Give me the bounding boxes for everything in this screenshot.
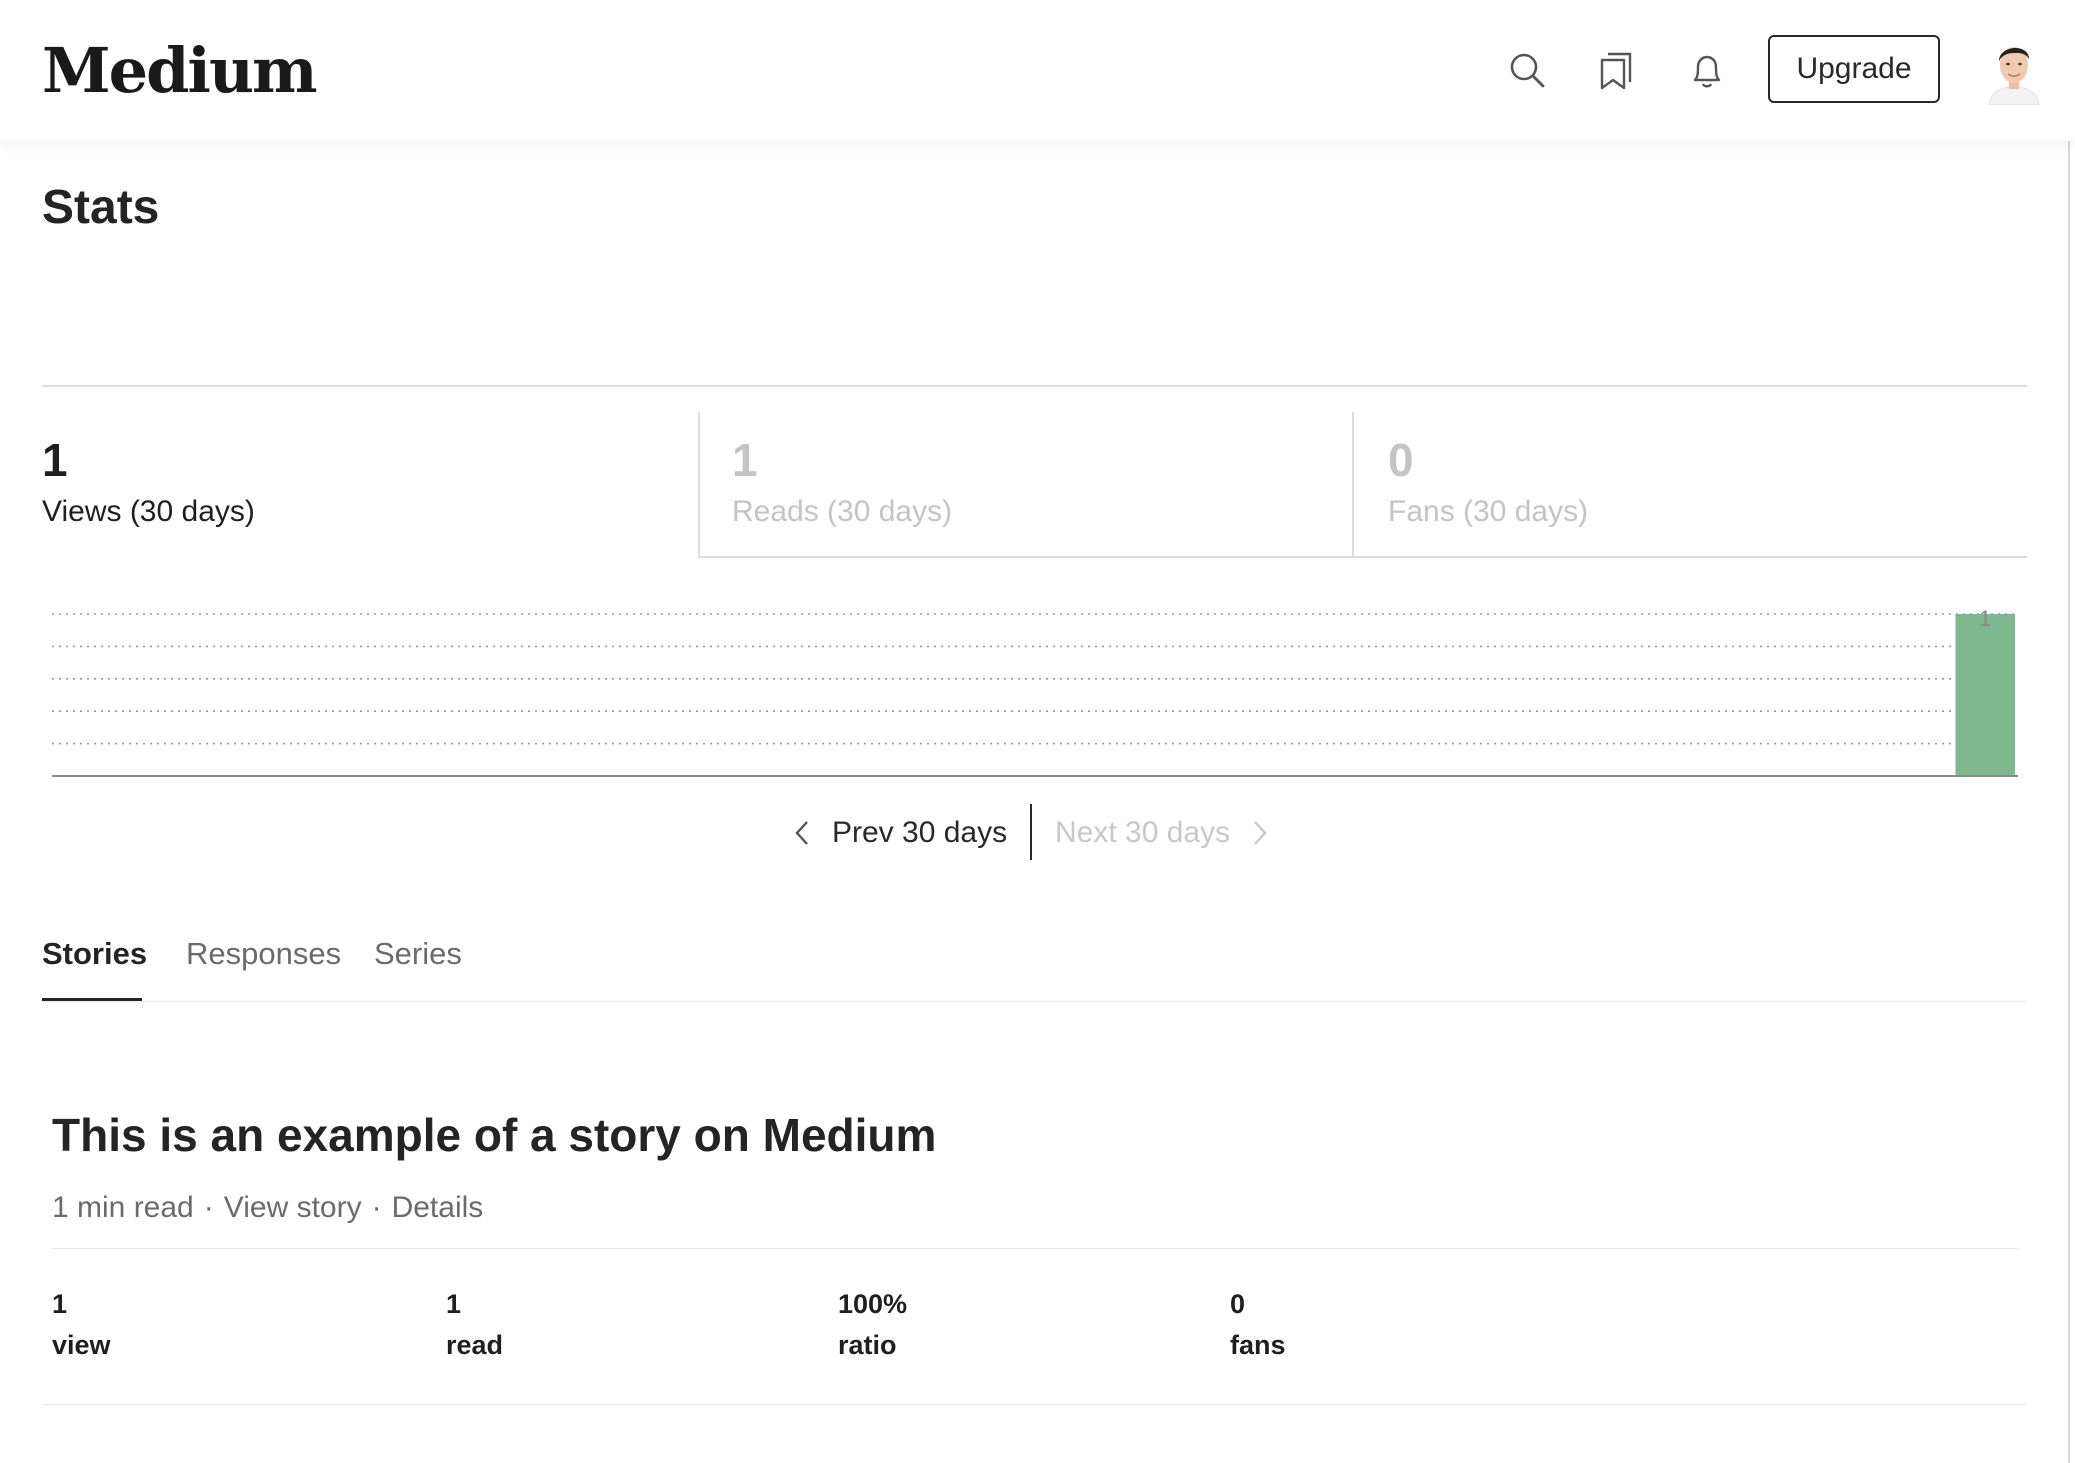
reads-label: Reads (30 days) <box>732 495 953 528</box>
bookmarks-icon[interactable] <box>1590 44 1644 98</box>
search-icon[interactable] <box>1500 44 1554 98</box>
story-meta: 1 min read · View story · Details <box>52 1188 483 1228</box>
summary-tab-views[interactable]: 1 Views (30 days) <box>42 412 698 558</box>
top-navigation-bar: Medium Upgrade <box>0 0 2075 141</box>
divider <box>52 1248 2018 1249</box>
divider <box>42 1001 2027 1002</box>
next-30-days-button[interactable]: Next 30 days <box>1055 808 1272 858</box>
metric-label: fans <box>1230 1330 1286 1360</box>
story-metric-views: 1 view <box>52 1284 352 1366</box>
fans-count: 0 <box>1388 434 1414 486</box>
metric-label: read <box>446 1330 504 1360</box>
notifications-bell-icon[interactable] <box>1680 44 1734 98</box>
medium-logo[interactable]: Medium <box>42 28 318 114</box>
separator: · <box>203 1191 214 1224</box>
metric-label: view <box>52 1330 111 1360</box>
metric-value: 1 <box>52 1289 68 1319</box>
view-story-link[interactable]: View story <box>224 1191 362 1224</box>
chevron-left-icon <box>795 821 808 845</box>
metric-value: 1 <box>446 1289 462 1319</box>
divider <box>42 1404 2027 1405</box>
summary-tab-fans[interactable]: 0 Fans (30 days) <box>1352 412 2027 558</box>
details-link[interactable]: Details <box>392 1191 484 1224</box>
avatar[interactable] <box>1985 35 2043 105</box>
prev-30-days-label: Prev 30 days <box>832 816 1008 849</box>
read-time: 1 min read <box>52 1191 194 1224</box>
views-bar-chart: 1 <box>52 606 2018 777</box>
views-label: Views (30 days) <box>42 495 255 528</box>
chevron-right-icon <box>1254 821 1267 845</box>
tab-series[interactable]: Series <box>374 932 462 976</box>
story-metric-reads: 1 read <box>446 1284 746 1366</box>
metric-value: 0 <box>1230 1289 1246 1319</box>
metric-value: 100% <box>838 1289 908 1319</box>
separator: · <box>371 1191 382 1224</box>
summary-tab-reads[interactable]: 1 Reads (30 days) <box>698 412 1354 558</box>
page-title: Stats <box>42 181 160 234</box>
fans-label: Fans (30 days) <box>1388 495 1589 528</box>
story-metric-ratio: 100% ratio <box>838 1284 1138 1366</box>
chart-data-label: 1 <box>1979 606 1991 631</box>
metric-label: ratio <box>838 1330 897 1360</box>
pager-divider <box>1030 804 1032 860</box>
story-title[interactable]: This is an example of a story on Medium <box>52 1104 936 1166</box>
views-count: 1 <box>42 434 68 486</box>
chart-bar[interactable] <box>1955 614 2015 776</box>
divider <box>42 385 2027 387</box>
tab-stories[interactable]: Stories <box>42 932 147 976</box>
prev-30-days-button[interactable]: Prev 30 days <box>790 808 1007 858</box>
upgrade-button[interactable]: Upgrade <box>1768 35 1940 103</box>
next-30-days-label: Next 30 days <box>1055 816 1231 849</box>
story-metric-fans: 0 fans <box>1230 1284 1530 1366</box>
reads-count: 1 <box>732 434 758 486</box>
scrollbar[interactable] <box>2068 141 2070 1463</box>
tab-responses[interactable]: Responses <box>186 932 341 976</box>
